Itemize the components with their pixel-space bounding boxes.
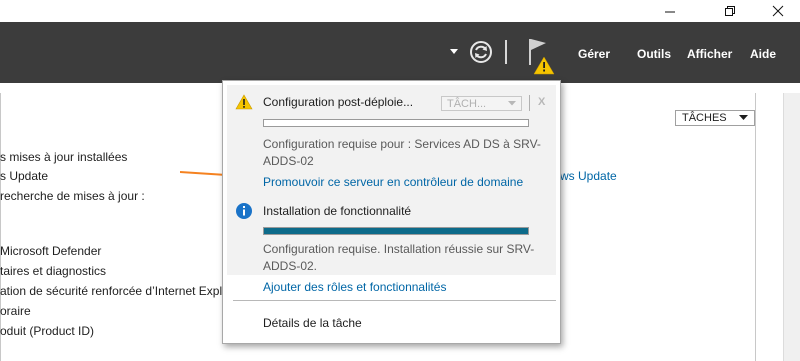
- property-label: ation de sécurité renforcée d’Internet E…: [0, 284, 229, 298]
- notifications-flag-button[interactable]: [526, 36, 556, 76]
- task-dropdown-label: TÂCH...: [447, 97, 487, 110]
- property-label: recherche de mises à jour :: [0, 189, 145, 203]
- taches-label: TÂCHES: [682, 112, 727, 124]
- taches-dropdown[interactable]: TÂCHES: [675, 110, 755, 126]
- panel-border: [0, 93, 1, 361]
- notification-message: Configuration requise pour : Services AD…: [263, 137, 541, 168]
- property-label: oduit (Product ID): [0, 324, 95, 338]
- menu-gerer[interactable]: Gérer: [578, 47, 610, 61]
- task-details-link[interactable]: Détails de la tâche: [263, 316, 362, 330]
- property-label: s Update: [0, 169, 49, 183]
- task-dropdown[interactable]: TÂCH...: [441, 96, 522, 111]
- refresh-button[interactable]: [469, 40, 493, 64]
- toolbar-divider: [505, 40, 507, 64]
- notification-title: Installation de fonctionnalité: [263, 204, 412, 218]
- refresh-icon: [470, 41, 492, 63]
- menu-outils[interactable]: Outils: [637, 47, 671, 61]
- menu-aide[interactable]: Aide: [750, 47, 776, 61]
- property-label: s mises à jour installées: [0, 150, 128, 164]
- warning-icon: [235, 94, 253, 110]
- minimize-icon: [665, 11, 675, 13]
- panel-border: [755, 93, 756, 361]
- command-bar: Gérer Outils Afficher Aide: [0, 22, 800, 83]
- property-label: Microsoft Defender: [0, 244, 102, 258]
- dismiss-button[interactable]: X: [538, 96, 545, 108]
- separator: [529, 95, 530, 111]
- flag-warning-icon: [529, 39, 555, 75]
- scrollbar[interactable]: [783, 93, 800, 361]
- notifications-panel: Configuration post-déploie... TÂCH... X …: [222, 80, 561, 344]
- minimize-button[interactable]: [650, 0, 690, 22]
- progress-bar: [263, 227, 529, 235]
- property-label: taires et diagnostics: [0, 264, 107, 278]
- notification-title: Configuration post-déploie...: [263, 95, 414, 109]
- restore-icon: [725, 6, 735, 16]
- property-label: oraire: [0, 304, 31, 318]
- progress-bar: [263, 119, 529, 127]
- restore-button[interactable]: [710, 0, 750, 22]
- add-roles-features-link[interactable]: Ajouter des rôles et fonctionnalités: [263, 280, 446, 294]
- separator: [233, 300, 556, 301]
- window-title-bar: [0, 0, 800, 22]
- close-window-button[interactable]: [758, 0, 798, 22]
- chevron-down-icon: [739, 115, 748, 120]
- dropdown-arrow-icon[interactable]: [450, 49, 458, 55]
- notification-message: Configuration requise. Installation réus…: [263, 242, 535, 273]
- windows-update-link[interactable]: ws Update: [560, 169, 617, 183]
- promote-domain-controller-link[interactable]: Promouvoir ce serveur en contrôleur de d…: [263, 175, 523, 189]
- chevron-down-icon: [508, 101, 516, 106]
- progress-fill: [264, 228, 528, 234]
- info-icon: [236, 203, 252, 219]
- close-icon: [772, 5, 784, 17]
- menu-afficher[interactable]: Afficher: [687, 47, 732, 61]
